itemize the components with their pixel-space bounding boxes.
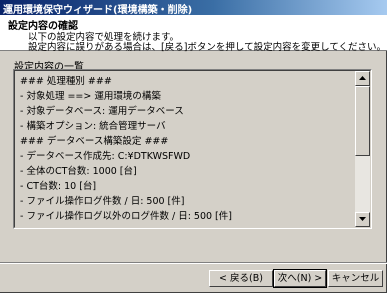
settings-line: - ファイル操作ログ以外のログ件数 / 日: 500 [件] bbox=[20, 211, 232, 222]
header-description-line-2: 設定内容に誤りがある場合は、[戻る]ボタンを押して設定内容を変更してください。 bbox=[28, 42, 387, 53]
settings-line: ### 処理種別 ### bbox=[20, 76, 112, 87]
settings-line: - 全体のCT台数: 1000 [台] bbox=[20, 166, 137, 177]
arrow-up-icon bbox=[359, 76, 366, 80]
vertical-scrollbar[interactable] bbox=[355, 71, 370, 227]
settings-lines: ### 処理種別 ### - 対象処理 ==> 運用環境の構築 - 対象データベ… bbox=[20, 74, 350, 224]
settings-line: - 対象データベース: 運用データベース bbox=[20, 106, 184, 117]
scroll-thumb[interactable] bbox=[355, 86, 370, 156]
settings-line: - 対象処理 ==> 運用環境の構築 bbox=[20, 91, 161, 102]
title-bar[interactable]: 運用環境保守ウィザード(環境構築・削除) bbox=[0, 0, 387, 16]
scroll-up-button[interactable] bbox=[355, 71, 370, 86]
scroll-down-button[interactable] bbox=[355, 212, 370, 227]
footer-separator bbox=[0, 262, 387, 264]
settings-line: - CT台数: 10 [台] bbox=[20, 181, 97, 192]
settings-listbox[interactable]: ### 処理種別 ### - 対象処理 ==> 運用環境の構築 - 対象データベ… bbox=[13, 69, 372, 229]
back-button[interactable]: < 戻る(B) bbox=[209, 270, 273, 287]
arrow-down-icon bbox=[359, 217, 366, 221]
settings-line: - 構築オプション: 統合管理サーバ bbox=[20, 121, 166, 132]
settings-listbox-frame: ### 処理種別 ### - 対象処理 ==> 運用環境の構築 - 対象データベ… bbox=[14, 70, 371, 228]
window-title: 運用環境保守ウィザード(環境構築・削除) bbox=[3, 5, 193, 16]
settings-line: ### データベース構築設定 ### bbox=[20, 136, 169, 147]
wizard-window: 運用環境保守ウィザード(環境構築・削除) 設定内容の確認 以下の設定内容で処理を… bbox=[0, 0, 387, 293]
settings-line: - ファイル操作ログ件数 / 日: 500 [件] bbox=[20, 196, 185, 207]
next-button[interactable]: 次へ(N) > bbox=[273, 269, 327, 288]
settings-line: - データベース作成先: C:¥DTKWSFWD bbox=[20, 151, 191, 162]
cancel-button[interactable]: キャンセル bbox=[328, 270, 383, 287]
wizard-header: 設定内容の確認 以下の設定内容で処理を続けます。 設定内容に誤りがある場合は、[… bbox=[0, 15, 387, 53]
